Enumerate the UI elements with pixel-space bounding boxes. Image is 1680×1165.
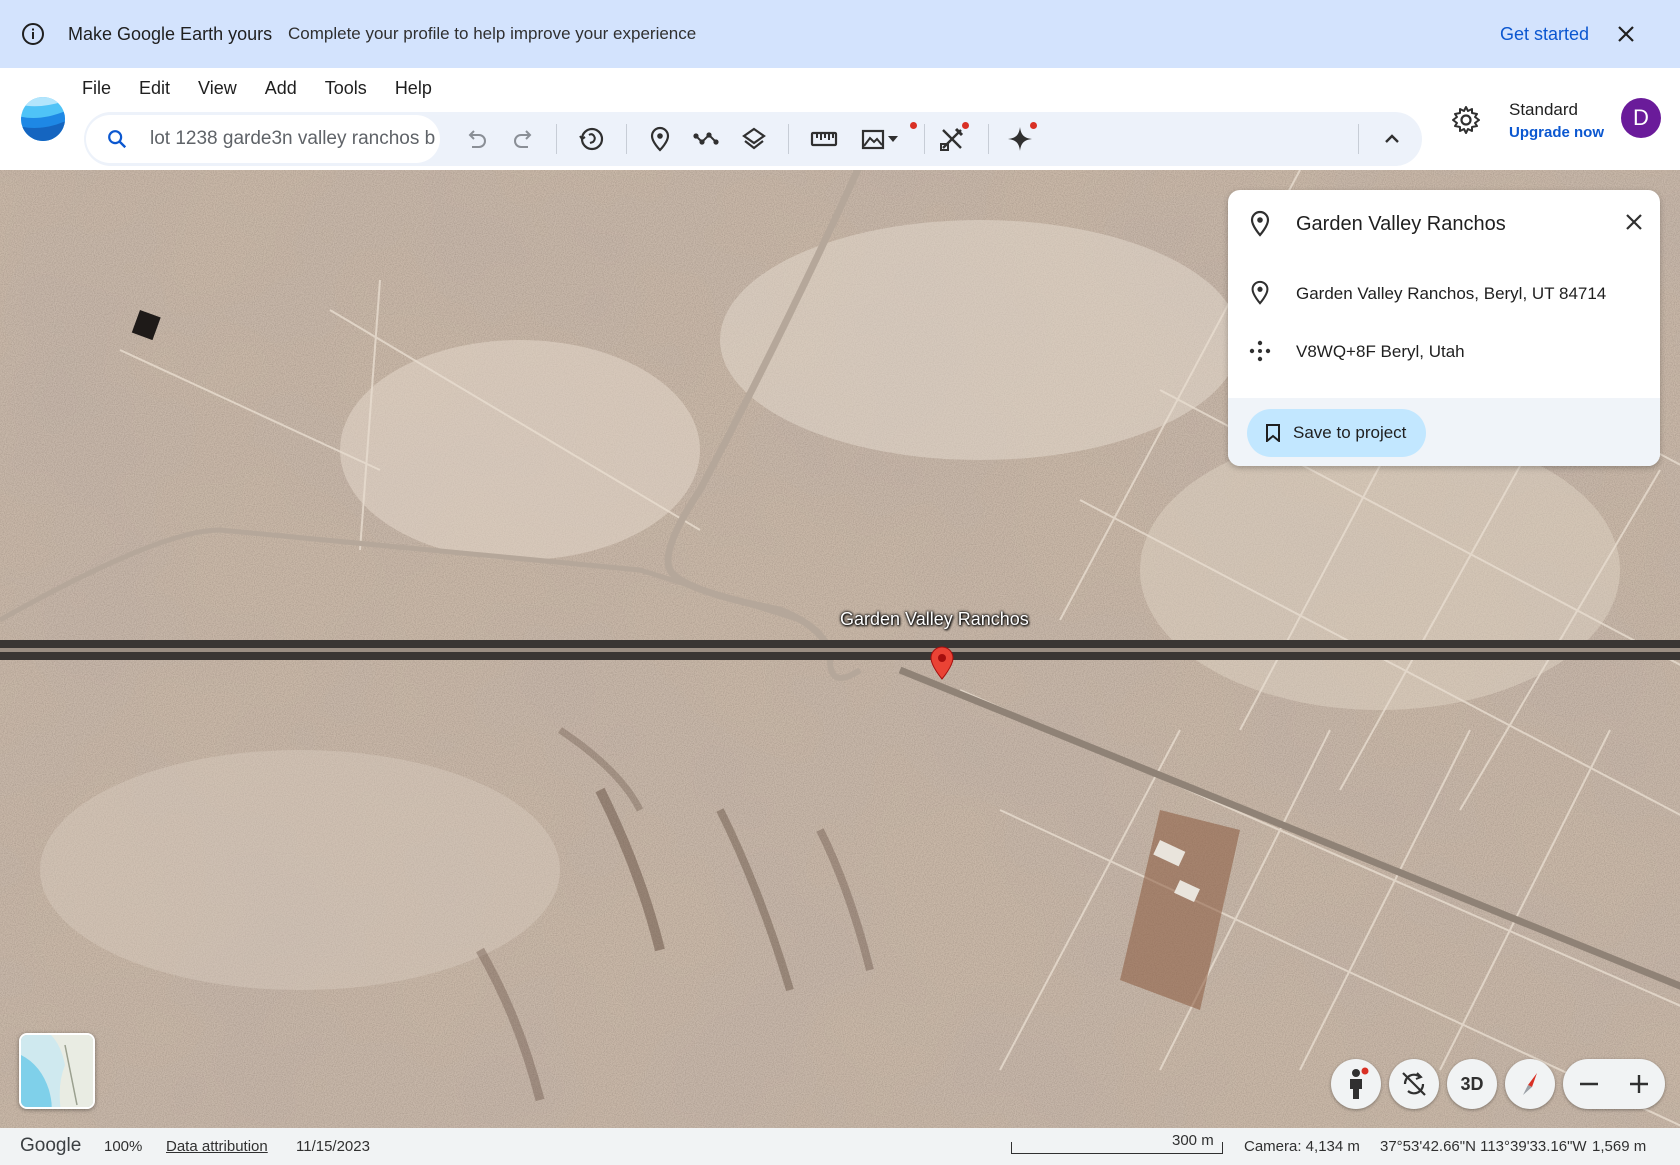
menu-tools[interactable]: Tools bbox=[325, 78, 367, 99]
redo-icon[interactable] bbox=[510, 125, 538, 153]
collapse-icon[interactable] bbox=[1378, 125, 1406, 153]
rotate-off-icon bbox=[1402, 1072, 1426, 1096]
profile-banner: Make Google Earth yours Complete your pr… bbox=[0, 0, 1680, 68]
info-icon bbox=[22, 23, 44, 45]
map-place-label[interactable]: Garden Valley Ranchos bbox=[840, 609, 1029, 630]
notification-dot bbox=[910, 122, 917, 129]
close-icon[interactable] bbox=[1622, 210, 1646, 234]
bookmark-icon bbox=[1266, 424, 1280, 442]
main-toolbar bbox=[84, 112, 1422, 166]
tools-icon[interactable] bbox=[938, 125, 966, 153]
search-input[interactable] bbox=[150, 125, 440, 153]
layers-icon[interactable] bbox=[740, 125, 768, 153]
notification-dot bbox=[1030, 122, 1037, 129]
zoom-out-icon[interactable] bbox=[1564, 1059, 1614, 1109]
google-earth-logo[interactable] bbox=[20, 96, 66, 142]
upgrade-now-link[interactable]: Upgrade now bbox=[1509, 124, 1604, 141]
location-pin-icon bbox=[1250, 210, 1270, 237]
menu-help[interactable]: Help bbox=[395, 78, 432, 99]
toggle-3d-button[interactable]: 3D bbox=[1447, 1059, 1497, 1109]
toolbar-divider bbox=[626, 124, 627, 154]
card-footer: Save to project bbox=[1228, 398, 1660, 466]
data-attribution-link[interactable]: Data attribution bbox=[166, 1138, 268, 1155]
settings-gear-icon[interactable] bbox=[1450, 104, 1482, 136]
plus-code-row[interactable]: V8WQ+8F Beryl, Utah bbox=[1228, 330, 1660, 370]
compass-button[interactable] bbox=[1505, 1059, 1555, 1109]
undo-icon[interactable] bbox=[462, 125, 490, 153]
path-icon[interactable] bbox=[692, 125, 720, 153]
compass-icon bbox=[1523, 1073, 1537, 1095]
address-row[interactable]: Garden Valley Ranchos, Beryl, UT 84714 bbox=[1228, 272, 1660, 312]
zoom-level: 100% bbox=[104, 1138, 143, 1155]
scale-label: 300 m bbox=[1172, 1132, 1214, 1149]
location-pin-icon bbox=[1251, 280, 1269, 305]
ruler-icon[interactable] bbox=[810, 125, 838, 153]
close-banner-icon[interactable] bbox=[1614, 22, 1638, 46]
google-logo: Google bbox=[20, 1135, 82, 1156]
mini-map[interactable] bbox=[19, 1033, 95, 1109]
banner-message: Complete your profile to help improve yo… bbox=[288, 24, 697, 43]
menu-edit[interactable]: Edit bbox=[139, 78, 170, 99]
elevation: 1,569 m bbox=[1592, 1138, 1647, 1155]
imagery-date: 11/15/2023 bbox=[296, 1138, 370, 1155]
history-icon[interactable] bbox=[578, 125, 606, 153]
toolbar-divider bbox=[788, 124, 789, 154]
avatar[interactable]: D bbox=[1621, 98, 1661, 138]
save-to-project-label: Save to project bbox=[1293, 423, 1407, 442]
placemark-icon[interactable] bbox=[646, 125, 674, 153]
app-header: File Edit View Add Tools Help lot 1238 g… bbox=[0, 68, 1680, 170]
address-text: Garden Valley Ranchos, Beryl, UT 84714 bbox=[1296, 284, 1607, 303]
ai-sparkle-icon[interactable] bbox=[1006, 125, 1034, 153]
street-view-button[interactable] bbox=[1331, 1059, 1381, 1109]
save-to-project-button[interactable]: Save to project bbox=[1247, 409, 1427, 457]
menu-bar: File Edit View Add Tools Help bbox=[82, 78, 460, 99]
rotate-lock-button[interactable] bbox=[1389, 1059, 1439, 1109]
mini-map-image bbox=[21, 1035, 93, 1107]
place-title: Garden Valley Ranchos bbox=[1296, 213, 1506, 235]
menu-add[interactable]: Add bbox=[265, 78, 297, 99]
plus-code-text: V8WQ+8F Beryl, Utah bbox=[1296, 342, 1465, 361]
zoom-in-icon[interactable] bbox=[1614, 1059, 1664, 1109]
toggle-3d-label: 3D bbox=[1460, 1073, 1484, 1094]
toolbar-divider bbox=[924, 124, 925, 154]
notification-dot bbox=[962, 122, 969, 129]
toolbar-divider bbox=[988, 124, 989, 154]
place-info-card: Garden Valley Ranchos Garden Valley Ranc… bbox=[1228, 190, 1660, 466]
search-icon[interactable] bbox=[106, 128, 128, 150]
map-pin-icon[interactable] bbox=[930, 646, 954, 680]
toolbar-divider bbox=[1358, 124, 1359, 154]
google-earth-window: Make Google Earth yours Complete your pr… bbox=[0, 0, 1680, 1165]
plan-name: Standard bbox=[1509, 100, 1578, 119]
toolbar-divider bbox=[556, 124, 557, 154]
camera-altitude: Camera: 4,134 m bbox=[1244, 1138, 1360, 1155]
coordinates: 37°53'42.66"N 113°39'33.16"W bbox=[1380, 1138, 1587, 1155]
menu-file[interactable]: File bbox=[82, 78, 111, 99]
plan-info: Standard Upgrade now bbox=[1509, 100, 1604, 141]
chevron-down-icon[interactable] bbox=[884, 125, 902, 153]
get-started-link[interactable]: Get started bbox=[1500, 24, 1589, 45]
status-bar: Google 100% Data attribution 11/15/2023 … bbox=[0, 1128, 1680, 1165]
pegman-icon bbox=[1350, 1067, 1369, 1099]
zoom-control bbox=[1563, 1059, 1665, 1109]
search-box bbox=[86, 115, 440, 163]
plus-code-icon bbox=[1249, 340, 1271, 362]
menu-view[interactable]: View bbox=[198, 78, 237, 99]
banner-title: Make Google Earth yours bbox=[68, 24, 273, 44]
